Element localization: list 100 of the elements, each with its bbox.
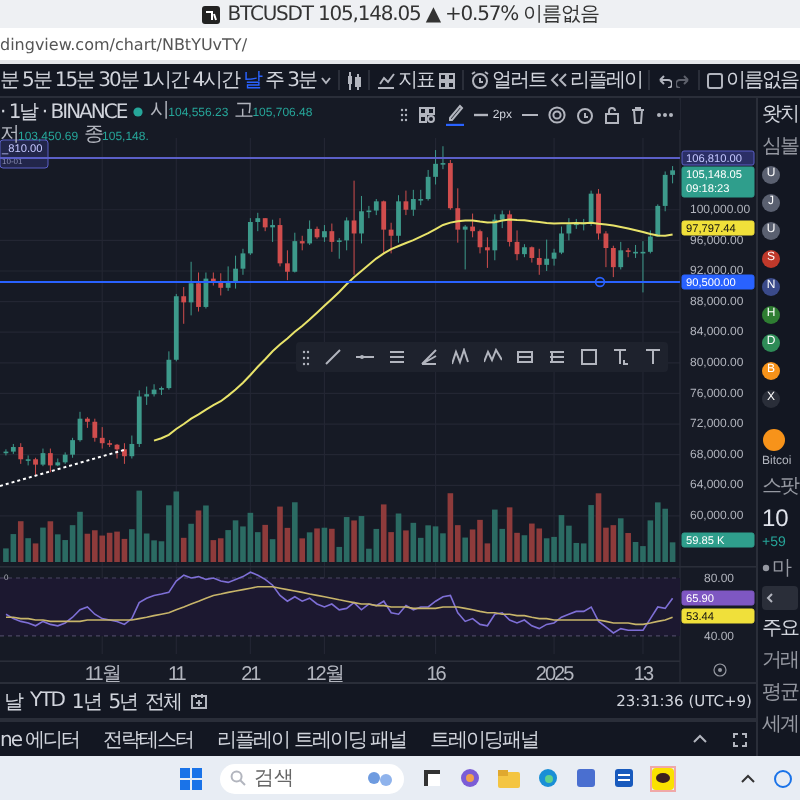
candlestick bbox=[99, 427, 105, 450]
candlestick bbox=[507, 210, 513, 248]
text-tool-icon[interactable] bbox=[644, 348, 662, 367]
interval-tab[interactable]: 30분 bbox=[98, 66, 138, 95]
candlestick-icon[interactable] bbox=[345, 69, 362, 92]
url-text[interactable]: dingview.com/chart/NBtYUvTY/ bbox=[0, 35, 248, 54]
alarm-clock-icon bbox=[469, 70, 490, 91]
network-icon[interactable] bbox=[774, 769, 792, 788]
search-icon bbox=[230, 770, 246, 787]
date-label: 13 bbox=[633, 664, 653, 683]
range-button[interactable]: YTD bbox=[30, 690, 64, 713]
layout-name-button[interactable]: 이름없음 bbox=[705, 66, 798, 95]
symbol-price: 10 bbox=[762, 504, 789, 533]
maximize-icon[interactable] bbox=[732, 731, 748, 748]
date-label: 2025 bbox=[535, 664, 573, 683]
alarm-clock-icon[interactable] bbox=[576, 106, 594, 125]
column-header: 심볼 bbox=[762, 134, 798, 161]
templates-icon[interactable] bbox=[418, 106, 437, 125]
candlestick bbox=[129, 435, 135, 460]
interval-tab[interactable]: 5분 bbox=[22, 66, 51, 95]
chevron-up-icon[interactable] bbox=[692, 734, 708, 745]
rectangle-icon[interactable] bbox=[580, 348, 598, 367]
browser-icon[interactable] bbox=[538, 768, 558, 789]
calendar-icon[interactable] bbox=[189, 692, 208, 711]
market-status: 마 bbox=[772, 556, 790, 583]
range-button[interactable]: 5년 bbox=[108, 687, 138, 716]
candlestick bbox=[396, 195, 401, 244]
candlestick bbox=[225, 266, 231, 292]
candlestick bbox=[596, 189, 601, 241]
symbol-title: · 1날 · BINANCE bbox=[0, 100, 127, 125]
date-label: 21 bbox=[241, 664, 260, 683]
chat-app-icon[interactable] bbox=[652, 767, 674, 790]
range-button[interactable]: 전체 bbox=[145, 687, 182, 716]
candlestick bbox=[440, 146, 446, 171]
candlestick bbox=[588, 190, 594, 227]
candlestick bbox=[610, 245, 616, 279]
range-button[interactable]: 날 bbox=[4, 687, 22, 716]
candlestick bbox=[655, 204, 661, 238]
interval-tab[interactable]: 3분 bbox=[287, 66, 316, 95]
interval-tab[interactable]: 날 bbox=[243, 66, 262, 95]
candlestick bbox=[136, 390, 142, 448]
drag-handle-icon[interactable] bbox=[400, 106, 409, 125]
panel-tab[interactable]: 전략테스터 bbox=[103, 725, 194, 754]
interval-tab[interactable]: 15분 bbox=[54, 66, 95, 95]
pencil-icon[interactable] bbox=[446, 104, 465, 127]
candlestick bbox=[92, 418, 98, 443]
lock-icon[interactable] bbox=[604, 106, 620, 125]
interval-tab[interactable]: 4시간 bbox=[192, 66, 240, 95]
candlestick bbox=[18, 443, 24, 465]
settings-icon[interactable] bbox=[713, 663, 727, 678]
candlestick bbox=[403, 190, 409, 217]
line-style-icon[interactable] bbox=[522, 112, 538, 119]
grid-icon[interactable] bbox=[437, 71, 456, 90]
panel-tab[interactable]: 트레이딩패널 bbox=[430, 725, 539, 754]
panel-tab[interactable]: ne 에디터 bbox=[0, 725, 80, 754]
candlestick bbox=[255, 212, 261, 233]
document-app-icon[interactable] bbox=[614, 768, 634, 789]
candlestick bbox=[196, 272, 201, 313]
task-view-icon[interactable] bbox=[422, 768, 442, 789]
fan-lines-icon[interactable] bbox=[420, 348, 438, 367]
parallel-lines-icon[interactable] bbox=[388, 348, 406, 367]
chevron-down-icon[interactable] bbox=[319, 75, 332, 86]
panel-tab[interactable]: 리플레이 트레이딩 패널 bbox=[217, 725, 407, 754]
interval-tab[interactable]: 주 bbox=[265, 66, 284, 95]
candlestick bbox=[618, 241, 624, 271]
undo-icon[interactable] bbox=[655, 73, 672, 88]
candlestick bbox=[25, 455, 31, 467]
striped-box-icon[interactable] bbox=[516, 348, 534, 367]
windows-logo-icon[interactable] bbox=[180, 767, 202, 790]
more-icon[interactable] bbox=[656, 112, 674, 119]
candlestick bbox=[470, 213, 475, 239]
diagonal-line-icon[interactable] bbox=[324, 348, 342, 367]
target-icon[interactable] bbox=[548, 106, 566, 125]
square-icon bbox=[705, 71, 724, 90]
chevron-left-icon[interactable] bbox=[766, 592, 774, 605]
interval-tab[interactable]: 1시간 bbox=[141, 66, 189, 95]
trash-icon[interactable] bbox=[630, 106, 646, 125]
app-icon[interactable] bbox=[576, 768, 596, 789]
panel-title: 왓치 bbox=[762, 102, 798, 129]
candlestick bbox=[566, 218, 572, 242]
candlestick bbox=[285, 250, 290, 282]
candlestick bbox=[662, 171, 668, 213]
search-field[interactable]: 검색 bbox=[220, 763, 404, 794]
alert-button[interactable]: 얼러트 bbox=[469, 66, 546, 95]
candlestick bbox=[433, 149, 438, 186]
interval-tab[interactable]: 분 bbox=[0, 66, 18, 95]
striped-box-icon[interactable] bbox=[548, 348, 566, 367]
candlestick bbox=[425, 169, 431, 202]
range-button[interactable]: 1년 bbox=[71, 687, 101, 716]
chevron-up-icon[interactable] bbox=[740, 773, 756, 784]
candlestick bbox=[166, 351, 172, 391]
candlestick bbox=[336, 238, 342, 260]
candlestick bbox=[344, 217, 350, 252]
candlestick bbox=[144, 386, 150, 406]
candlestick bbox=[625, 247, 631, 259]
candlestick bbox=[485, 237, 490, 269]
market-type: 스팟 bbox=[762, 474, 798, 501]
text-tool-icon[interactable] bbox=[612, 348, 630, 367]
replay-button[interactable]: 리플레이 bbox=[549, 66, 642, 95]
indicators-button[interactable]: 지표 bbox=[375, 66, 434, 95]
